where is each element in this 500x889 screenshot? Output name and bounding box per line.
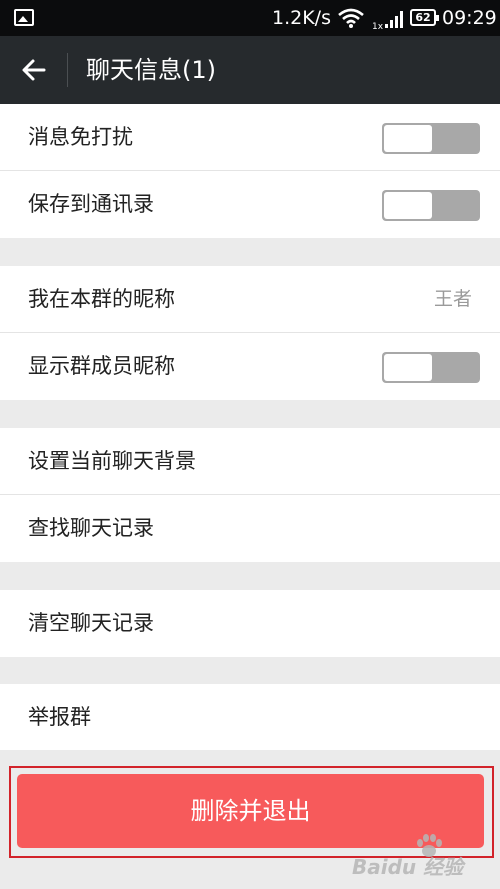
- title-divider: [67, 53, 68, 87]
- row-label: 查找聊天记录: [28, 516, 154, 540]
- watermark-text: Baidu 经验: [352, 855, 464, 879]
- save-to-contacts-toggle[interactable]: [382, 190, 480, 221]
- title-bar: 聊天信息(1): [0, 36, 500, 104]
- row-report-group[interactable]: 举报群: [0, 684, 500, 751]
- row-label: 举报群: [28, 705, 91, 729]
- toggle-knob: [384, 125, 432, 152]
- row-chat-background[interactable]: 设置当前聊天背景: [0, 428, 500, 495]
- toggle-knob: [384, 192, 432, 219]
- network-speed: 1.2K/s: [272, 7, 331, 29]
- row-search-chat-history[interactable]: 查找聊天记录: [0, 495, 500, 562]
- status-bar: 1.2K/s 1x 62 09:29: [0, 0, 500, 36]
- row-label: 显示群成员昵称: [28, 354, 175, 378]
- signal-icon: 1x: [372, 11, 403, 30]
- svg-text:1x: 1x: [372, 22, 384, 30]
- row-label: 我在本群的昵称: [28, 287, 175, 311]
- settings-group-notifications: 消息免打扰 保存到通讯录: [0, 104, 500, 238]
- row-label: 清空聊天记录: [28, 611, 154, 635]
- settings-group-report: 举报群: [0, 684, 500, 751]
- settings-group-clear: 清空聊天记录: [0, 590, 500, 657]
- nickname-value: 王者: [433, 288, 472, 310]
- settings-group-nickname: 我在本群的昵称 王者 显示群成员昵称: [0, 266, 500, 400]
- back-arrow-icon[interactable]: [18, 54, 50, 86]
- battery-icon: 62: [410, 9, 439, 26]
- row-label: 保存到通讯录: [28, 192, 154, 216]
- mute-toggle[interactable]: [382, 123, 480, 154]
- row-label: 消息免打扰: [28, 125, 133, 149]
- row-save-to-contacts: 保存到通讯录: [0, 171, 500, 238]
- row-show-member-nicknames: 显示群成员昵称: [0, 333, 500, 400]
- row-clear-chat-history[interactable]: 清空聊天记录: [0, 590, 500, 657]
- row-my-nickname[interactable]: 我在本群的昵称 王者: [0, 266, 500, 333]
- page-title: 聊天信息(1): [86, 56, 216, 84]
- clock: 09:29: [442, 7, 497, 29]
- row-mute: 消息免打扰: [0, 104, 500, 171]
- show-nicknames-toggle[interactable]: [382, 352, 480, 383]
- toggle-knob: [384, 354, 432, 381]
- wifi-icon: [338, 8, 364, 28]
- gallery-icon: [14, 9, 34, 26]
- settings-group-chat: 设置当前聊天背景 查找聊天记录: [0, 428, 500, 562]
- baidu-watermark: Baidu 经验: [352, 833, 492, 881]
- row-label: 设置当前聊天背景: [28, 449, 196, 473]
